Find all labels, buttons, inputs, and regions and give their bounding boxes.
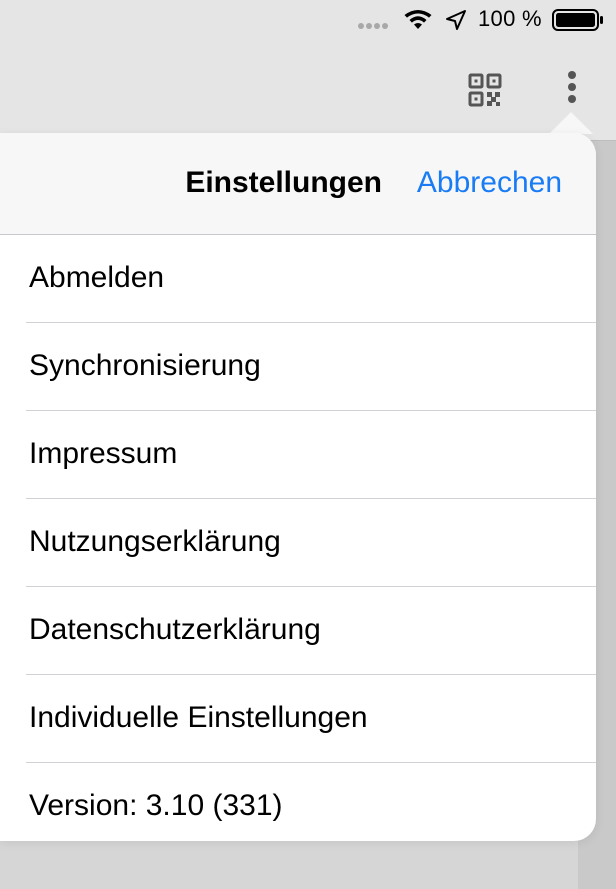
backdrop	[0, 840, 578, 889]
menu-item-datenschutzerklaerung[interactable]: Datenschutzerklärung	[0, 587, 596, 675]
menu-item-label: Abmelden	[29, 261, 165, 294]
signal-dots-icon	[358, 23, 388, 29]
settings-popover: Einstellungen Abbrechen Abmelden Synchro…	[0, 133, 596, 841]
popover-arrow	[549, 112, 593, 134]
menu-item-label: Datenschutzerklärung	[29, 613, 321, 646]
location-arrow-icon	[446, 10, 466, 30]
menu-item-synchronisierung[interactable]: Synchronisierung	[0, 323, 596, 411]
qr-code-icon[interactable]	[468, 73, 502, 107]
popover-header: Einstellungen Abbrechen	[0, 133, 596, 235]
nav-bar	[0, 40, 616, 140]
battery-icon	[552, 9, 603, 31]
menu-item-abmelden[interactable]: Abmelden	[0, 235, 596, 323]
menu-item-label: Individuelle Einstellungen	[29, 701, 368, 734]
cancel-button[interactable]: Abbrechen	[417, 166, 562, 200]
menu-item-individuelle-einstellungen[interactable]: Individuelle Einstellungen	[0, 675, 596, 763]
version-label: Version: 3.10 (331)	[29, 789, 283, 822]
battery-percent: 100 %	[478, 6, 542, 31]
wifi-icon	[404, 10, 432, 29]
menu-item-label: Nutzungserklärung	[29, 525, 281, 558]
settings-menu: Abmelden Synchronisierung Impressum Nutz…	[0, 235, 596, 841]
menu-item-label: Synchronisierung	[29, 349, 261, 382]
status-bar: 100 %	[0, 0, 616, 40]
more-vertical-icon[interactable]	[566, 71, 578, 107]
menu-item-nutzungserklaerung[interactable]: Nutzungserklärung	[0, 499, 596, 587]
popover-title: Einstellungen	[185, 166, 382, 199]
menu-item-version: Version: 3.10 (331)	[0, 763, 596, 841]
menu-item-impressum[interactable]: Impressum	[0, 411, 596, 499]
menu-item-label: Impressum	[29, 437, 178, 470]
